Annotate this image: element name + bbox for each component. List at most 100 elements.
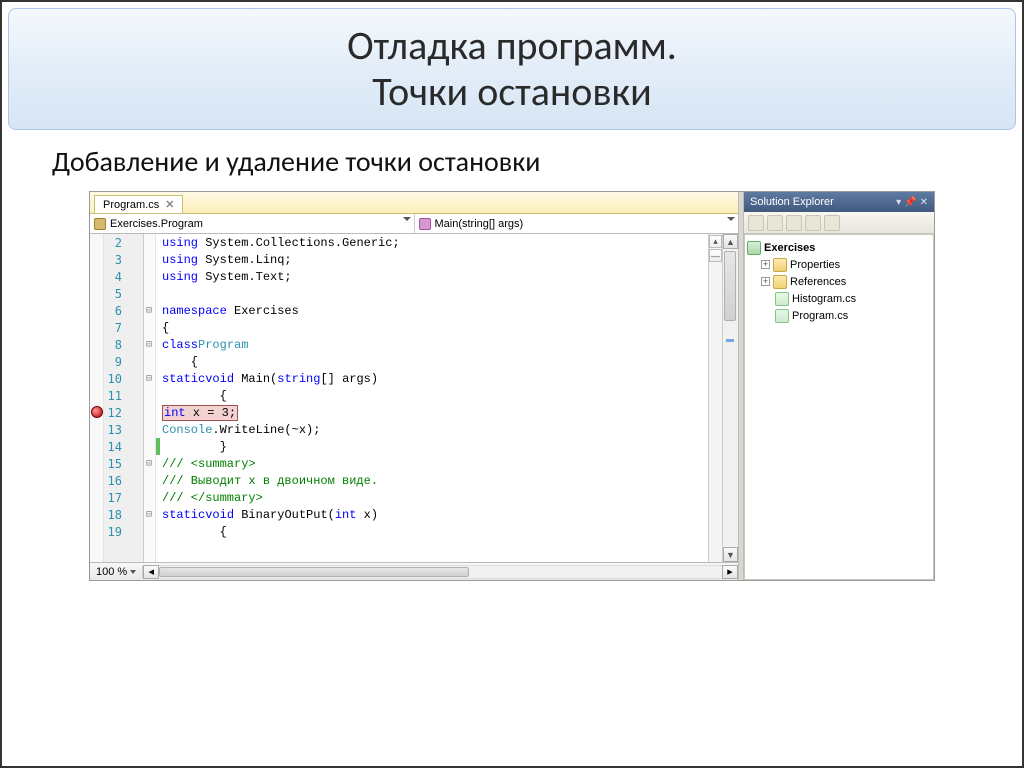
hscroll-thumb[interactable] bbox=[159, 567, 469, 577]
class-dropdown[interactable]: Exercises.Program bbox=[90, 214, 415, 233]
close-icon[interactable]: ✕ bbox=[165, 198, 174, 211]
expand-icon[interactable]: + bbox=[761, 277, 770, 286]
method-dropdown[interactable]: Main(string[] args) bbox=[415, 214, 739, 233]
outline-toggle bbox=[144, 489, 155, 506]
line-number: 7 bbox=[104, 319, 126, 336]
outline-toggle bbox=[144, 234, 155, 251]
class-name: Exercises.Program bbox=[110, 218, 203, 230]
line-number: 6 bbox=[104, 302, 126, 319]
line-number: 17 bbox=[104, 489, 126, 506]
method-name: Main(string[] args) bbox=[435, 218, 524, 230]
method-icon bbox=[419, 218, 431, 230]
outline-toggle bbox=[144, 438, 155, 455]
breakpoint-icon[interactable] bbox=[91, 406, 103, 418]
line-number: 16 bbox=[104, 472, 126, 489]
slide-title: Отладка программ. Точки остановки bbox=[8, 8, 1016, 130]
outline-toggle[interactable]: ⊟ bbox=[144, 455, 155, 472]
outline-toggle[interactable]: ⊟ bbox=[144, 506, 155, 523]
code-body[interactable]: using System.Collections.Generic;using S… bbox=[156, 234, 708, 562]
line-number: 18 bbox=[104, 506, 126, 523]
ide-window: Program.cs ✕ Exercises.Program Main(stri… bbox=[89, 191, 935, 581]
outline-toggle[interactable]: ⊟ bbox=[144, 302, 155, 319]
nav-up-icon[interactable]: ▴ bbox=[709, 235, 722, 248]
code-area: 2345678910111213141516171819 ⊟⊟⊟⊟⊟ using… bbox=[90, 234, 738, 562]
node-label: Properties bbox=[790, 259, 840, 271]
project-label: Exercises bbox=[764, 242, 815, 254]
code-line[interactable]: { bbox=[156, 319, 708, 336]
code-line[interactable]: Console.WriteLine(~x); bbox=[156, 421, 708, 438]
scroll-right-icon[interactable]: ▸ bbox=[722, 565, 738, 579]
line-number: 9 bbox=[104, 353, 126, 370]
outline-toggle[interactable]: ⊟ bbox=[144, 370, 155, 387]
toolbar-icon[interactable] bbox=[786, 215, 802, 231]
code-line[interactable]: class Program bbox=[156, 336, 708, 353]
split-icon[interactable]: — bbox=[709, 249, 722, 262]
solution-title-bar: Solution Explorer ▾ 📌 ✕ bbox=[744, 192, 934, 212]
toolbar-icon[interactable] bbox=[805, 215, 821, 231]
scroll-left-icon[interactable]: ◂ bbox=[143, 565, 159, 579]
tree-project[interactable]: Exercises bbox=[747, 239, 931, 256]
nav-bar: Exercises.Program Main(string[] args) bbox=[90, 214, 738, 234]
line-number: 13 bbox=[104, 421, 126, 438]
code-line[interactable]: namespace Exercises bbox=[156, 302, 708, 319]
outline-toggle bbox=[144, 353, 155, 370]
outline-toggle bbox=[144, 285, 155, 302]
code-line[interactable]: } bbox=[156, 438, 708, 455]
code-line[interactable]: { bbox=[156, 523, 708, 540]
tree-file-program[interactable]: Program.cs bbox=[747, 307, 931, 324]
scroll-thumb[interactable] bbox=[724, 251, 736, 321]
gutter: 2345678910111213141516171819 bbox=[104, 234, 144, 562]
outline-toggle bbox=[144, 251, 155, 268]
line-number: 15 bbox=[104, 455, 126, 472]
code-line[interactable]: int x = 3; bbox=[156, 404, 708, 421]
code-line[interactable]: /// Выводит x в двоичном виде. bbox=[156, 472, 708, 489]
toolbar-icon[interactable] bbox=[748, 215, 764, 231]
solution-tree[interactable]: Exercises + Properties + References Hist… bbox=[744, 234, 934, 580]
tree-references[interactable]: + References bbox=[747, 273, 931, 290]
line-number: 5 bbox=[104, 285, 126, 302]
zoom-dropdown[interactable]: 100 % bbox=[90, 566, 143, 578]
line-number: 10 bbox=[104, 370, 126, 387]
code-line[interactable]: /// <summary> bbox=[156, 455, 708, 472]
code-line[interactable] bbox=[156, 285, 708, 302]
chevron-down-icon bbox=[727, 217, 735, 221]
folder-icon bbox=[773, 275, 787, 289]
hscroll-track[interactable] bbox=[159, 565, 722, 579]
dropdown-icon[interactable]: ▾ bbox=[896, 197, 901, 208]
toolbar-icon[interactable] bbox=[767, 215, 783, 231]
close-icon[interactable]: ✕ bbox=[920, 197, 928, 208]
line-number: 3 bbox=[104, 251, 126, 268]
tab-strip: Program.cs ✕ bbox=[90, 192, 738, 214]
title-line1: Отладка программ. bbox=[29, 23, 995, 69]
pin-icon[interactable]: 📌 bbox=[904, 197, 916, 208]
scroll-down-icon[interactable]: ▼ bbox=[723, 547, 738, 562]
tab-program-cs[interactable]: Program.cs ✕ bbox=[94, 195, 183, 213]
code-line[interactable]: /// </summary> bbox=[156, 489, 708, 506]
outline-margin[interactable]: ⊟ ⊟ ⊟ ⊟ ⊟ bbox=[144, 234, 156, 562]
code-line[interactable]: { bbox=[156, 353, 708, 370]
line-number: 4 bbox=[104, 268, 126, 285]
csharp-project-icon bbox=[747, 241, 761, 255]
code-line[interactable]: using System.Text; bbox=[156, 268, 708, 285]
outline-toggle bbox=[144, 421, 155, 438]
expand-icon[interactable]: + bbox=[761, 260, 770, 269]
code-line[interactable]: using System.Linq; bbox=[156, 251, 708, 268]
breakpoint-margin[interactable] bbox=[90, 234, 104, 562]
slide-subtitle: Добавление и удаление точки остановки bbox=[52, 144, 972, 179]
scroll-track[interactable] bbox=[723, 249, 738, 547]
line-number: 12 bbox=[104, 404, 126, 421]
tree-properties[interactable]: + Properties bbox=[747, 256, 931, 273]
vertical-scrollbar[interactable]: ▲ ▼ bbox=[722, 234, 738, 562]
code-line[interactable]: static void BinaryOutPut(int x) bbox=[156, 506, 708, 523]
outline-toggle[interactable]: ⊟ bbox=[144, 336, 155, 353]
outline-toggle bbox=[144, 404, 155, 421]
tree-file-histogram[interactable]: Histogram.cs bbox=[747, 290, 931, 307]
toolbar-icon[interactable] bbox=[824, 215, 840, 231]
scroll-up-icon[interactable]: ▲ bbox=[723, 234, 738, 249]
horizontal-scrollbar[interactable]: ◂ ▸ bbox=[143, 565, 738, 579]
code-line[interactable]: { bbox=[156, 387, 708, 404]
code-line[interactable]: static void Main(string[] args) bbox=[156, 370, 708, 387]
code-line[interactable]: using System.Collections.Generic; bbox=[156, 234, 708, 251]
line-number: 14 bbox=[104, 438, 126, 455]
outline-toggle bbox=[144, 268, 155, 285]
